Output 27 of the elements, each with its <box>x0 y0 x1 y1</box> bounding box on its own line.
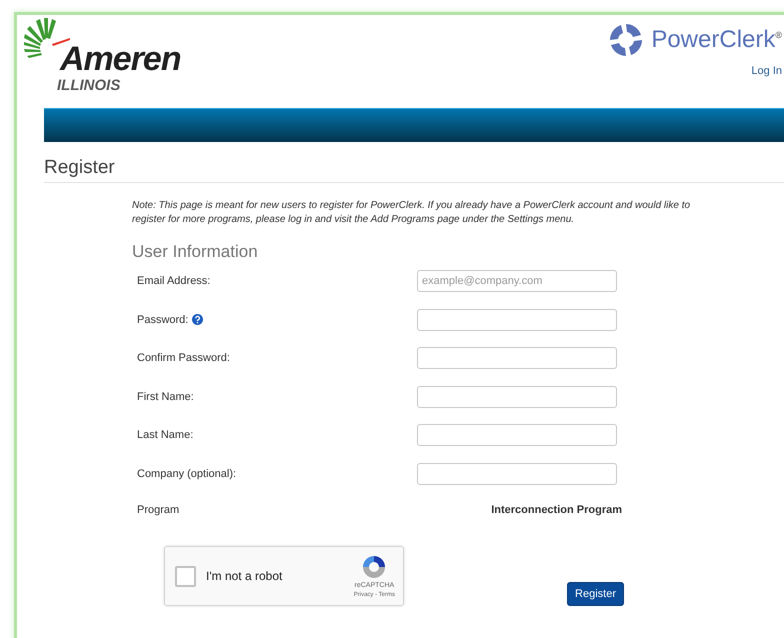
field-label: Password: <box>137 314 188 326</box>
section-title: User Information <box>132 242 259 262</box>
field-label: First Name: <box>137 390 194 403</box>
field-label: Confirm Password: <box>137 352 230 364</box>
field-label: Last Name: <box>137 429 194 442</box>
input-field[interactable] <box>417 308 617 331</box>
brand-region: ILLINOIS <box>57 78 120 94</box>
product-name: PowerClerk$^{®}$ <box>651 26 782 54</box>
page-title: Register <box>44 157 784 183</box>
recaptcha-icon <box>361 554 388 580</box>
help-icon[interactable] <box>192 314 204 326</box>
field-label: Email Address: <box>137 275 210 288</box>
input-field[interactable]: example@company.com <box>417 270 617 292</box>
input-field[interactable] <box>417 386 617 408</box>
captcha-label: I'm not a robot <box>206 569 282 583</box>
brand-name: Ameren <box>60 41 181 77</box>
field-label: Company (optional): <box>137 468 236 480</box>
register-button[interactable]: Register <box>567 582 624 606</box>
input-field[interactable] <box>417 424 617 446</box>
ring-arrows-icon <box>609 23 644 57</box>
program-value: Interconnection Program <box>491 504 622 516</box>
program-label: Program <box>137 504 180 516</box>
input-field[interactable] <box>417 347 617 370</box>
input-field[interactable] <box>417 462 617 485</box>
login-link[interactable]: Log In <box>751 65 782 77</box>
note-text: Note: This page is meant for new users to register for PowerClerk. If you already have a PowerClerk account and would like to register for more programs, please log in and visit the Add Programs page under the Settings menu. <box>132 199 692 227</box>
captcha-checkbox[interactable] <box>175 566 196 586</box>
